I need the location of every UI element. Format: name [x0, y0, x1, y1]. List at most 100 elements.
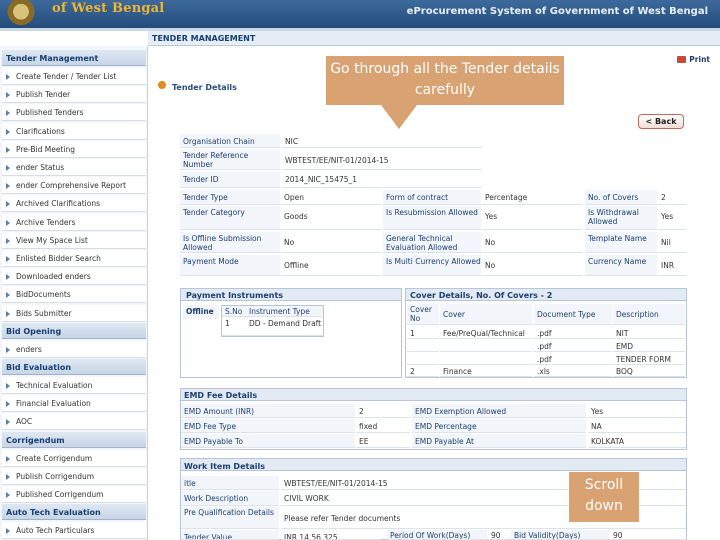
sidebar-item-label: Published Corrigendum: [16, 490, 104, 499]
sidebar-item[interactable]: Clarifications: [2, 122, 146, 140]
field-value: 90: [488, 530, 510, 540]
sidebar-item[interactable]: Publish Corrigendum: [2, 467, 146, 485]
bullet-icon: [6, 146, 10, 153]
system-title: eProcurement System of Government of Wes…: [406, 6, 708, 17]
bullet-icon: [6, 219, 10, 226]
sidebar-section-header[interactable]: Auto Tech Evaluation: [2, 504, 146, 521]
bullet-icon: [6, 346, 10, 353]
cover-col-header: Cover: [440, 304, 532, 325]
field-label: Organisation Chain: [180, 134, 280, 148]
bullet-icon: [6, 401, 10, 408]
cover-cell: [440, 340, 532, 352]
bullet-icon: [6, 237, 10, 244]
sidebar-section-header[interactable]: Corrigendum: [2, 431, 146, 448]
bullet-icon: [6, 128, 10, 135]
sidebar-item[interactable]: Pre-Bid Meeting: [2, 140, 146, 158]
cover-col-header: Document Type: [534, 304, 612, 325]
section-arrow-icon: [158, 81, 166, 89]
field-label: Template Name: [585, 232, 657, 253]
cover-cell: [440, 353, 532, 365]
sidebar-item-label: Financial Evaluation: [16, 399, 91, 409]
cover-cell: [407, 340, 439, 352]
main-title-bar: TENDER MANAGEMENT: [148, 31, 720, 46]
sidebar-item-label: Publish Corrigendum: [16, 471, 95, 481]
field-label: Tender Category: [180, 206, 280, 230]
sidebar-item[interactable]: Financial Evaluation: [2, 395, 146, 413]
bullet-icon: [6, 256, 10, 262]
bullet-icon: [6, 455, 10, 462]
sidebar-item[interactable]: ender Status: [2, 159, 146, 176]
field-value: Yes: [658, 206, 686, 230]
field-label: Tender ID: [180, 172, 280, 188]
sidebar-item[interactable]: Enlisted Bidder Search: [2, 250, 146, 267]
cover-cell: Fee/PreQual/Technical: [440, 327, 532, 339]
sidebar-item-label: Archive Tenders: [16, 217, 76, 227]
bullet-icon: [6, 201, 10, 208]
field-label: Is Offline Submission Allowed: [180, 232, 280, 253]
field-value: Offline: [281, 255, 381, 276]
cover-cell: EMD: [613, 340, 685, 352]
instrument-col-sno: S.No: [222, 306, 246, 317]
sidebar-section-header[interactable]: Bid Opening: [2, 322, 146, 339]
sidebar-item[interactable]: Archived Clarifications: [2, 195, 146, 213]
field-label: Tender Value: [181, 530, 279, 540]
bullet-icon: [6, 183, 10, 190]
sidebar-item-label: Enlisted Bidder Search: [16, 254, 101, 263]
field-label: Is Withdrawal Allowed: [585, 206, 657, 230]
cover-cell: .xls: [534, 365, 612, 377]
field-label: EMD Payable At: [412, 434, 586, 448]
sidebar-item[interactable]: Create Tender / Tender List: [2, 68, 146, 85]
sidebar-item[interactable]: Auto Tech Particulars: [2, 522, 146, 540]
field-value: EE: [356, 434, 410, 448]
field-label: EMD Fee Type: [181, 419, 355, 433]
bullet-icon: [6, 310, 10, 317]
sidebar-item[interactable]: View My Space List: [2, 231, 146, 249]
field-label: Payment Mode: [180, 255, 280, 276]
bullet-icon: [6, 274, 10, 281]
bullet-icon: [6, 492, 10, 498]
cover-cell: Finance: [440, 365, 532, 377]
cover-cell: BOQ: [613, 365, 685, 377]
field-label: EMD Amount (INR): [181, 404, 355, 418]
field-value: 2: [356, 404, 410, 418]
sidebar-section-header[interactable]: Bid Evaluation: [2, 359, 146, 375]
field-label: Tender Type: [180, 190, 280, 205]
sidebar-section-header[interactable]: Tender Management: [2, 50, 146, 66]
field-label: General Technical Evaluation Allowed: [383, 232, 481, 253]
field-value: NA: [588, 419, 686, 433]
sidebar-item-label: Create Corrigendum: [16, 453, 93, 463]
work-title: Work Item Details: [184, 462, 265, 471]
payment-title: Payment Instruments: [186, 291, 284, 300]
field-value: Percentage: [482, 190, 582, 205]
field-value: fixed: [356, 419, 410, 433]
cover-cell: 2: [407, 365, 439, 377]
field-label: EMD Percentage: [412, 419, 586, 433]
sidebar-item[interactable]: enders: [2, 340, 146, 358]
sidebar-item[interactable]: AOC: [2, 413, 146, 431]
print-link[interactable]: Print: [677, 55, 710, 64]
sidebar-item[interactable]: ender Comprehensive Report: [2, 177, 146, 195]
sidebar-item[interactable]: BidDocuments: [2, 286, 146, 304]
state-emblem-icon: [4, 0, 38, 26]
sidebar-item[interactable]: Published Corrigendum: [2, 486, 146, 503]
back-button[interactable]: < Back: [638, 114, 684, 129]
cover-col-header: Cover No: [407, 304, 439, 325]
sidebar-item-label: Technical Evaluation: [16, 381, 93, 390]
bullet-icon: [6, 165, 10, 171]
sidebar-item-label: ender Status: [16, 163, 65, 172]
bullet-icon: [6, 383, 10, 389]
sidebar: Tender Management Create Tender / Tender …: [0, 46, 148, 540]
bullet-icon: [6, 419, 10, 426]
sidebar-item[interactable]: Archive Tenders: [2, 213, 146, 231]
sidebar-item[interactable]: Downloaded enders: [2, 268, 146, 286]
bullet-icon: [6, 292, 10, 299]
sidebar-item-label: Published Tenders: [16, 108, 84, 118]
sidebar-item-label: Auto Tech Particulars: [16, 526, 95, 536]
sidebar-item[interactable]: Technical Evaluation: [2, 377, 146, 394]
section-title: Tender Details: [172, 83, 237, 92]
cover-col-header: Description: [613, 304, 685, 325]
sidebar-item[interactable]: Bids Submitter: [2, 304, 146, 322]
sidebar-item[interactable]: Create Corrigendum: [2, 449, 146, 467]
sidebar-item[interactable]: Publish Tender: [2, 86, 146, 104]
sidebar-item[interactable]: Published Tenders: [2, 104, 146, 122]
